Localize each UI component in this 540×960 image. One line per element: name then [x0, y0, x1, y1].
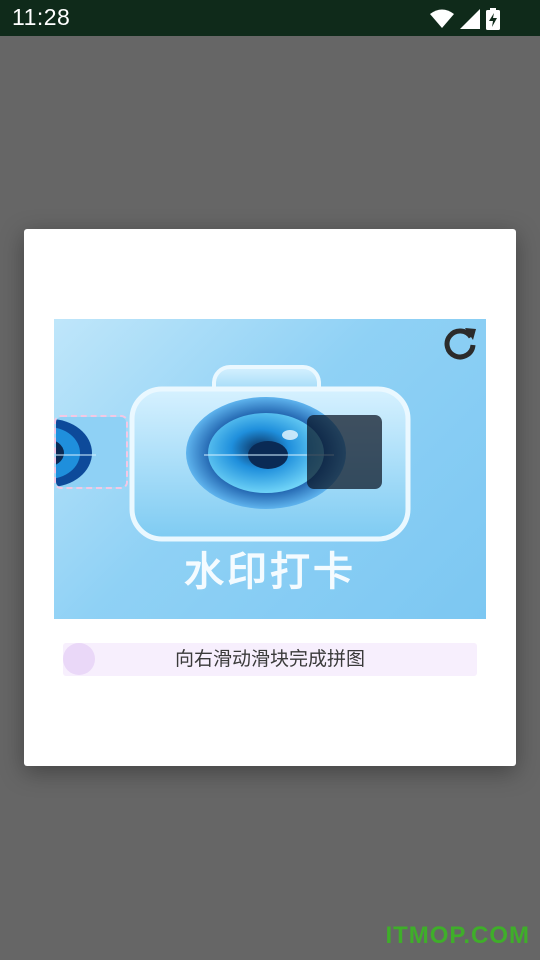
image-caption: 水印打卡: [184, 549, 356, 595]
slider-track[interactable]: 向右滑动滑块完成拼图: [63, 643, 477, 676]
refresh-button[interactable]: [442, 325, 478, 361]
refresh-icon: [444, 328, 476, 360]
captcha-dialog: 水印打卡 向右滑动滑块完成拼图: [24, 229, 516, 766]
status-icons: [430, 8, 500, 30]
slider-hint: 向右滑动滑块完成拼图: [174, 648, 365, 670]
site-watermark: ITMOP.COM: [385, 922, 530, 949]
puzzle-piece[interactable]: [54, 415, 128, 489]
puzzle-gap-slot: [307, 415, 382, 489]
signal-icon: [460, 9, 480, 29]
slider-thumb[interactable]: [63, 643, 95, 675]
wifi-icon: [430, 9, 454, 28]
status-time: 11:28: [12, 4, 71, 30]
battery-charging-icon: [486, 8, 500, 30]
puzzle-piece-image: [56, 417, 126, 487]
puzzle-image: 水印打卡: [54, 319, 486, 619]
status-bar: 11:28: [0, 0, 540, 36]
